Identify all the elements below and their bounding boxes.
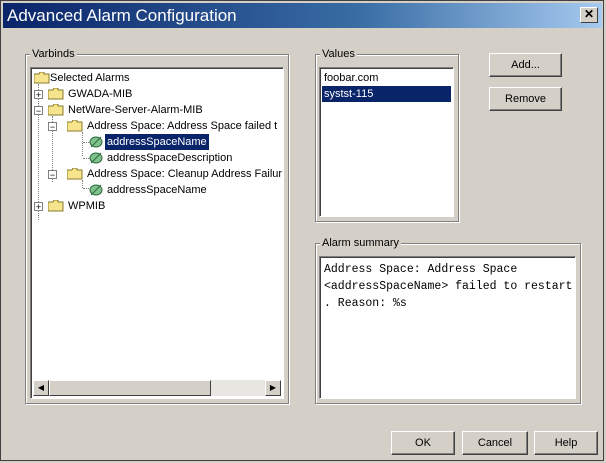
scroll-left-button[interactable]: ◀	[33, 380, 49, 396]
tree-label: addressSpaceDescription	[107, 152, 233, 164]
list-item-selected[interactable]: systst-115	[322, 86, 451, 102]
cancel-button[interactable]: Cancel	[462, 431, 528, 455]
dialog-window: Advanced Alarm Configuration ✕ Varbinds …	[0, 0, 604, 461]
expand-wpmib-button[interactable]: +	[34, 202, 43, 212]
folder-open-icon	[67, 168, 83, 180]
tree-label: GWADA-MIB	[68, 88, 133, 100]
collapse-alarm2-button[interactable]: −	[48, 170, 57, 180]
alarm-summary-text: Address Space: Address Space <addressSpa…	[324, 263, 573, 310]
varbinds-group: Varbinds Selected Alarms + GWADA-MIB − N…	[25, 48, 289, 404]
tree-label: Address Space: Address Space failed t	[87, 120, 278, 132]
tree-horizontal-scrollbar[interactable]: ◀ ▶	[33, 380, 281, 396]
values-group: Values foobar.com systst-115	[315, 48, 459, 222]
tree-label: NetWare-Server-Alarm-MIB	[68, 104, 203, 116]
folder-open-icon	[67, 120, 83, 132]
leaf-icon	[89, 136, 103, 148]
folder-icon	[48, 88, 64, 100]
close-button[interactable]: ✕	[580, 7, 598, 23]
tree-label: addressSpaceName	[107, 184, 207, 196]
window-title: Advanced Alarm Configuration	[7, 6, 237, 25]
alarm-summary-text-area[interactable]: Address Space: Address Space <addressSpa…	[319, 256, 576, 399]
title-bar[interactable]: Advanced Alarm Configuration ✕	[3, 3, 602, 28]
tree-label-selected: addressSpaceName	[105, 134, 209, 150]
tree-label: WPMIB	[68, 200, 106, 212]
remove-button[interactable]: Remove	[489, 87, 562, 111]
leaf-icon	[89, 152, 103, 164]
tree-item-alarm-failed[interactable]: Address Space: Address Space failed t	[67, 118, 283, 134]
values-label: Values	[320, 48, 357, 60]
close-icon: ✕	[583, 7, 595, 21]
collapse-netware-button[interactable]: −	[34, 106, 43, 116]
alarm-summary-label: Alarm summary	[320, 237, 402, 249]
tree-label: Address Space: Cleanup Address Failur	[87, 168, 283, 180]
folder-icon	[48, 200, 64, 212]
tree-item-alarm-cleanup[interactable]: Address Space: Cleanup Address Failur	[67, 166, 283, 182]
leaf-icon	[89, 184, 103, 196]
scroll-right-button[interactable]: ▶	[265, 380, 281, 396]
varbinds-label: Varbinds	[30, 48, 77, 60]
folder-open-icon	[48, 104, 64, 116]
varbinds-tree[interactable]: Selected Alarms + GWADA-MIB − NetWare-Se…	[30, 67, 284, 399]
help-button[interactable]: Help	[534, 431, 598, 455]
list-item[interactable]: foobar.com	[322, 70, 451, 86]
expand-gwada-button[interactable]: +	[34, 90, 43, 100]
ok-button[interactable]: OK	[391, 431, 455, 455]
collapse-alarm1-button[interactable]: −	[48, 122, 57, 132]
alarm-summary-group: Alarm summary Address Space: Address Spa…	[315, 237, 581, 404]
values-list[interactable]: foobar.com systst-115	[319, 67, 454, 217]
add-button[interactable]: Add...	[489, 53, 562, 77]
tree-label: Selected Alarms	[50, 72, 130, 84]
scroll-thumb[interactable]	[49, 380, 211, 396]
